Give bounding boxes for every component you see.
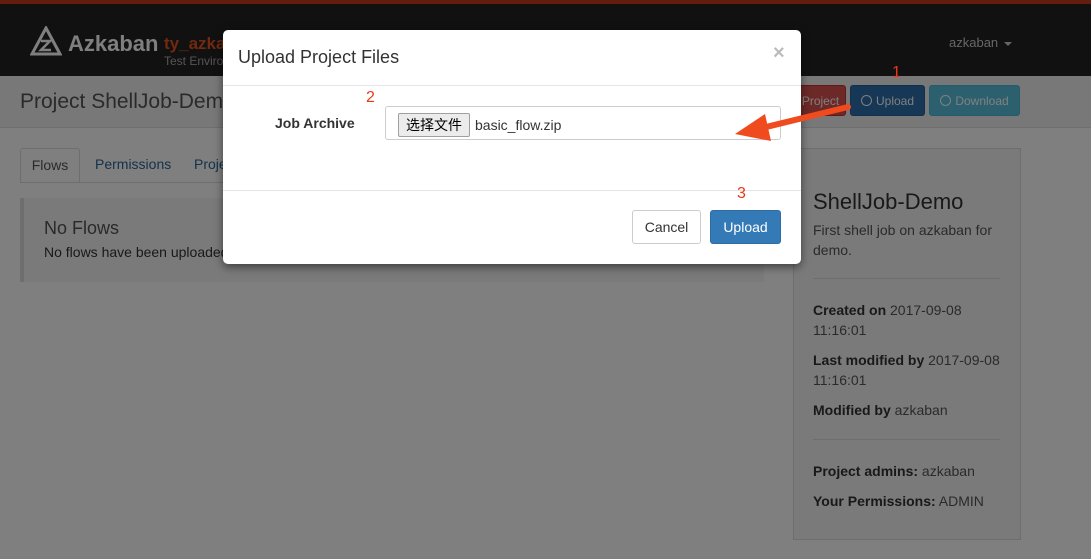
annotation-step-1: 1 <box>892 64 901 81</box>
selected-file-name: basic_flow.zip <box>475 117 562 133</box>
close-icon[interactable]: × <box>773 42 785 65</box>
job-archive-label: Job Archive <box>275 115 355 131</box>
cancel-button[interactable]: Cancel <box>632 210 701 244</box>
upload-project-modal: Upload Project Files × Job Archive 选择文件 … <box>223 30 801 264</box>
modal-header-divider <box>223 85 801 86</box>
modal-title: Upload Project Files <box>238 47 400 67</box>
job-archive-file-input[interactable]: 选择文件 basic_flow.zip <box>385 106 781 140</box>
modal-footer-divider <box>223 190 801 191</box>
upload-submit-button[interactable]: Upload <box>710 210 781 244</box>
choose-file-button[interactable]: 选择文件 <box>398 113 470 137</box>
annotation-step-2: 2 <box>366 89 375 106</box>
annotation-step-3: 3 <box>737 185 746 202</box>
